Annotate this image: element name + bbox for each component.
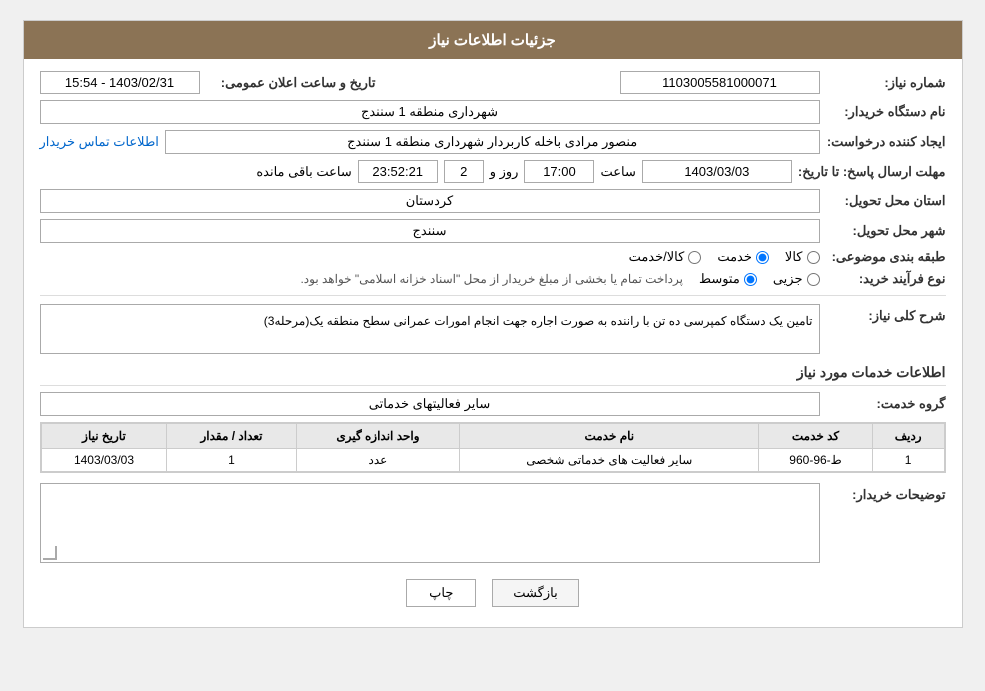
radio-khedmat: خدمت <box>717 249 769 265</box>
row-noeFarayand: نوع فرآیند خرید: جزیی متوسط پرداخت تمام … <box>40 271 946 287</box>
row-tabaqeBandi: طبقه بندی موضوعی: کالا خدمت کالا/خدمت <box>40 249 946 265</box>
value-mohlatDate: 1403/03/03 <box>642 160 792 183</box>
value-mohlatSaatMande: 23:52:21 <box>358 160 438 183</box>
col-kodKhadamat: کد خدمت <box>759 424 873 449</box>
services-table-container: ردیف کد خدمت نام خدمت واحد اندازه گیری ت… <box>40 422 946 473</box>
table-row: 1ط-96-960سایر فعالیت های خدماتی شخصیعدد1… <box>41 449 944 472</box>
label-mohlatErsal: مهلت ارسال پاسخ: تا تاریخ: <box>798 164 946 180</box>
value-mohlatSaat: 17:00 <box>524 160 594 183</box>
row-ijadKonande: ایجاد کننده درخواست: منصور مرادی باخله ک… <box>40 130 946 154</box>
print-button[interactable]: چاپ <box>406 579 476 607</box>
col-tarikh: تاریخ نیاز <box>41 424 167 449</box>
label-shahrTahvil: شهر محل تحویل: <box>826 223 946 239</box>
page-header: جزئیات اطلاعات نیاز <box>24 21 962 59</box>
label-namDastgah: نام دستگاه خریدار: <box>826 104 946 120</box>
label-tosifikh: توضیحات خریدار: <box>826 483 946 503</box>
label-groheKhadamat: گروه خدمت: <box>826 396 946 412</box>
button-row: بازگشت چاپ <box>40 579 946 607</box>
radio-tabaqe: کالا خدمت کالا/خدمت <box>629 249 820 265</box>
row-groheKhadamat: گروه خدمت: سایر فعالیتهای خدماتی <box>40 392 946 416</box>
label-tarikh: تاریخ و ساعت اعلان عمومی: <box>206 75 376 91</box>
value-tosifikh <box>40 483 820 563</box>
radio-jozii: جزیی <box>773 271 820 287</box>
section-khadamat: اطلاعات خدمات مورد نیاز <box>40 364 946 386</box>
label-ijadKonande: ایجاد کننده درخواست: <box>826 134 946 150</box>
label-mohlatRooz: روز و <box>490 164 519 180</box>
radio-mottavasset-label: متوسط <box>699 271 740 287</box>
col-tedad: تعداد / مقدار <box>167 424 296 449</box>
radio-kala: کالا <box>785 249 820 265</box>
label-mohlatSaat: ساعت <box>600 164 635 180</box>
value-shahrTahvil: سنندج <box>40 219 820 243</box>
row-shomareNiaz: شماره نیاز: 1103005581000071 تاریخ و ساع… <box>40 71 946 94</box>
back-button[interactable]: بازگشت <box>492 579 578 607</box>
row-tosifikh: توضیحات خریدار: <box>40 483 946 563</box>
purchase-desc: پرداخت تمام یا بخشی از مبلغ خریدار از مح… <box>300 272 683 286</box>
services-table: ردیف کد خدمت نام خدمت واحد اندازه گیری ت… <box>41 423 945 472</box>
link-ettelaatTamas[interactable]: اطلاعات تماس خریدار <box>40 134 159 150</box>
value-sharhNiaz: تامین یک دستگاه کمپرسی ده تن با راننده ب… <box>40 304 820 354</box>
row-mohlatErsal: مهلت ارسال پاسخ: تا تاریخ: 1403/03/03 سا… <box>40 160 946 183</box>
radio-kalaKhedmat: کالا/خدمت <box>629 249 702 265</box>
label-mohlatSaatMande: ساعت باقی مانده <box>256 164 351 180</box>
radio-mottavasset-input[interactable] <box>744 273 757 286</box>
radio-khedmat-input[interactable] <box>756 251 769 264</box>
label-sharhNiaz: شرح کلی نیاز: <box>826 304 946 324</box>
radio-khedmat-label: خدمت <box>717 249 752 265</box>
radio-jozii-label: جزیی <box>773 271 803 287</box>
radio-kalaKhedmat-label: کالا/خدمت <box>629 249 685 265</box>
row-ostanTahvil: استان محل تحویل: کردستان <box>40 189 946 213</box>
radio-kala-input[interactable] <box>807 251 820 264</box>
divider-1 <box>40 295 946 296</box>
col-vahed: واحد اندازه گیری <box>296 424 460 449</box>
col-radif: ردیف <box>872 424 944 449</box>
label-ostanTahvil: استان محل تحویل: <box>826 193 946 209</box>
value-ijadKonande: منصور مرادی باخله کاربردار شهرداری منطقه… <box>165 130 820 154</box>
label-shomareNiaz: شماره نیاز: <box>826 75 946 91</box>
radio-jozii-input[interactable] <box>807 273 820 286</box>
value-shomareNiaz: 1103005581000071 <box>620 71 820 94</box>
content-area: شماره نیاز: 1103005581000071 تاریخ و ساع… <box>24 59 962 627</box>
row-namDastgah: نام دستگاه خریدار: شهرداری منطقه 1 سنندج <box>40 100 946 124</box>
purchase-type-group: جزیی متوسط پرداخت تمام یا بخشی از مبلغ خ… <box>300 271 819 287</box>
label-noeFarayand: نوع فرآیند خرید: <box>826 271 946 287</box>
value-tarikh: 1403/02/31 - 15:54 <box>40 71 200 94</box>
col-namKhadamat: نام خدمت <box>460 424 759 449</box>
radio-mottavasset: متوسط <box>699 271 757 287</box>
value-ostanTahvil: کردستان <box>40 189 820 213</box>
value-groheKhadamat: سایر فعالیتهای خدماتی <box>40 392 820 416</box>
radio-kala-label: کالا <box>785 249 803 265</box>
value-namDastgah: شهرداری منطقه 1 سنندج <box>40 100 820 124</box>
row-shahrTahvil: شهر محل تحویل: سنندج <box>40 219 946 243</box>
value-mohlatRooz: 2 <box>444 160 484 183</box>
row-sharhNiaz: شرح کلی نیاز: تامین یک دستگاه کمپرسی ده … <box>40 304 946 354</box>
table-header-row: ردیف کد خدمت نام خدمت واحد اندازه گیری ت… <box>41 424 944 449</box>
page-title: جزئیات اطلاعات نیاز <box>429 32 556 49</box>
label-tabaqeBandi: طبقه بندی موضوعی: <box>826 249 946 265</box>
main-container: جزئیات اطلاعات نیاز شماره نیاز: 11030055… <box>23 20 963 628</box>
radio-kalaKhedmat-input[interactable] <box>688 251 701 264</box>
